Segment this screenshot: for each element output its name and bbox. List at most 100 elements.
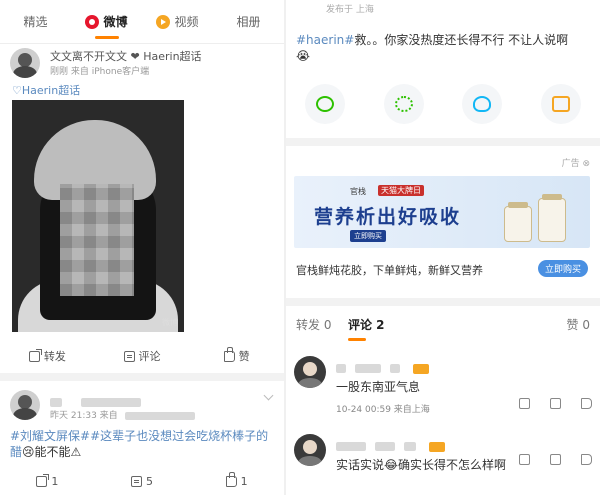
comment-actions (519, 398, 592, 409)
weibo-icon (85, 14, 100, 29)
post-body: 救。。你家没热度还长得不行 不让人说啊 (354, 33, 569, 47)
comment-button[interactable]: 评论 (95, 348, 190, 364)
share-icon (28, 348, 42, 362)
level-badge (413, 363, 430, 374)
share-icon[interactable] (519, 454, 530, 465)
hashtag[interactable]: #刘耀文屏保# (10, 429, 90, 443)
comment-tabs: 转发 0 评论 2 赞 0 (286, 316, 600, 341)
comment-button[interactable]: 5 (95, 475, 190, 488)
active-tab-indicator (348, 338, 366, 341)
tab-reposts[interactable]: 转发 0 (296, 316, 331, 333)
comment-text: 实话实说😂确实长得不怎么样啊 (336, 458, 507, 472)
blurred-username (336, 358, 430, 377)
post-text-tail: 😢能不能⚠ (22, 445, 82, 459)
tab-featured[interactable]: 精选 (0, 0, 71, 43)
wechat-icon (316, 96, 335, 112)
section-separator (286, 298, 600, 306)
active-tab-indicator (94, 36, 119, 39)
left-screen: 精选 微博 视频 相册 文文离不开文文 ❤ Haerin超话 刚刚 来自 iPh… (0, 0, 284, 495)
like-icon (225, 471, 237, 487)
tab-label: 精选 (23, 15, 48, 29)
screenshot-root: 精选 微博 视频 相册 文文离不开文文 ❤ Haerin超话 刚刚 来自 iPh… (0, 0, 600, 495)
post-text: #haerin#救。。你家没热度还长得不行 不让人说啊 😭 (296, 32, 590, 64)
tab-label: 相册 (236, 15, 261, 29)
comment-count: 5 (146, 474, 153, 488)
avatar[interactable] (10, 48, 40, 78)
comment-label: 评论 (138, 350, 161, 363)
comment-meta: 10-24 00:59 来自上海 (336, 405, 430, 415)
like-icon[interactable] (581, 454, 592, 465)
post-separator (0, 373, 284, 381)
blurred-username (336, 436, 446, 455)
supertopic-tag[interactable]: ♡Haerin超话 (12, 82, 80, 98)
share-button[interactable]: 转发 (0, 348, 95, 364)
post-actions: 1 5 1 (0, 468, 284, 494)
ad-card[interactable]: 广告 ⊗ 官栈 天猫大牌日 营养析出好吸收 立即购买 官栈鲜炖花胶，下单鲜炖，新… (286, 152, 600, 292)
tab-likes[interactable]: 赞 0 (567, 316, 590, 333)
ad-banner[interactable]: 官栈 天猫大牌日 营养析出好吸收 立即购买 (294, 176, 590, 248)
ad-buy-button[interactable]: 立即购买 (537, 260, 588, 277)
ad-slogan: 营养析出好吸收 (314, 206, 462, 228)
avatar[interactable] (10, 390, 40, 420)
share-label: 转发 (43, 350, 66, 363)
ad-banner-button[interactable]: 立即购买 (350, 230, 386, 242)
section-separator (286, 138, 600, 146)
post-username[interactable]: 文文离不开文文 ❤ Haerin超话 (50, 48, 202, 64)
post-meta: 昨天 21:33 来自 (50, 408, 195, 421)
ad-caption[interactable]: 官栈鲜炖花胶，下单鲜炖，新鲜又营养 (296, 262, 483, 278)
comment-item: 实话实说😂确实长得不怎么样啊 (286, 430, 600, 495)
ad-label[interactable]: 广告 ⊗ (562, 156, 590, 169)
comment-actions (519, 454, 592, 465)
post-photo[interactable]: 微博 (12, 100, 184, 332)
level-badge (429, 441, 446, 452)
share-wechat-button[interactable] (305, 84, 346, 124)
profile-tabs: 精选 微博 视频 相册 (0, 0, 284, 44)
tab-album[interactable]: 相册 (213, 0, 284, 43)
product-jar (538, 194, 566, 242)
hashtag[interactable]: #haerin# (296, 33, 354, 47)
share-album-button[interactable] (540, 84, 581, 124)
post-meta: 刚刚 来自 iPhone客户端 (50, 67, 150, 77)
comment-item: 一股东南亚气息 10-24 00:59 来自上海 (286, 352, 600, 422)
photo-watermark: 微博 (162, 318, 178, 327)
share-qq-button[interactable] (462, 84, 503, 124)
product-jar (504, 202, 532, 242)
share-icon (36, 473, 50, 487)
share-targets (286, 84, 600, 128)
post-header: 文文离不开文文 ❤ Haerin超话 刚刚 来自 iPhone客户端 (10, 44, 274, 84)
comment-icon[interactable] (550, 398, 561, 409)
ad-brand: 官栈 (350, 187, 366, 196)
qq-icon (473, 96, 492, 112)
share-moments-button[interactable] (383, 84, 424, 124)
comment-icon[interactable] (550, 454, 561, 465)
post-actions: 转发 评论 赞 (0, 343, 284, 369)
like-button[interactable]: 赞 (189, 346, 284, 364)
share-icon[interactable] (519, 398, 530, 409)
like-label: 赞 (238, 350, 250, 363)
comment-icon (131, 475, 142, 487)
moments-icon (394, 96, 413, 112)
post-text: #刘耀文屏保##这辈子也没想过会吃烧杯棒子的醋😢能不能⚠ (10, 428, 274, 460)
like-icon[interactable] (581, 398, 592, 409)
like-icon (223, 346, 235, 362)
tab-label: 微博 (103, 15, 128, 29)
avatar[interactable] (294, 434, 326, 466)
tab-comments[interactable]: 评论 2 (348, 316, 385, 333)
tab-weibo[interactable]: 微博 (71, 0, 142, 43)
ad-brand-tag: 天猫大牌日 (378, 185, 424, 196)
video-icon (156, 14, 171, 29)
chevron-down-icon[interactable] (263, 390, 274, 401)
comment-text: 一股东南亚气息 (336, 380, 421, 394)
tab-label: 视频 (174, 15, 199, 29)
album-icon (551, 96, 570, 112)
right-screen: 发布于 上海 #haerin#救。。你家没热度还长得不行 不让人说啊 😭 广告 … (286, 0, 600, 495)
share-button[interactable]: 1 (0, 473, 95, 488)
comment-icon (123, 350, 135, 362)
avatar[interactable] (294, 356, 326, 388)
post-meta: 发布于 上海 (326, 5, 374, 15)
pixelated-face (60, 184, 134, 296)
tab-video[interactable]: 视频 (142, 0, 213, 43)
post-emoji: 😭 (296, 49, 311, 63)
like-button[interactable]: 1 (189, 471, 284, 488)
share-count: 1 (51, 474, 59, 488)
